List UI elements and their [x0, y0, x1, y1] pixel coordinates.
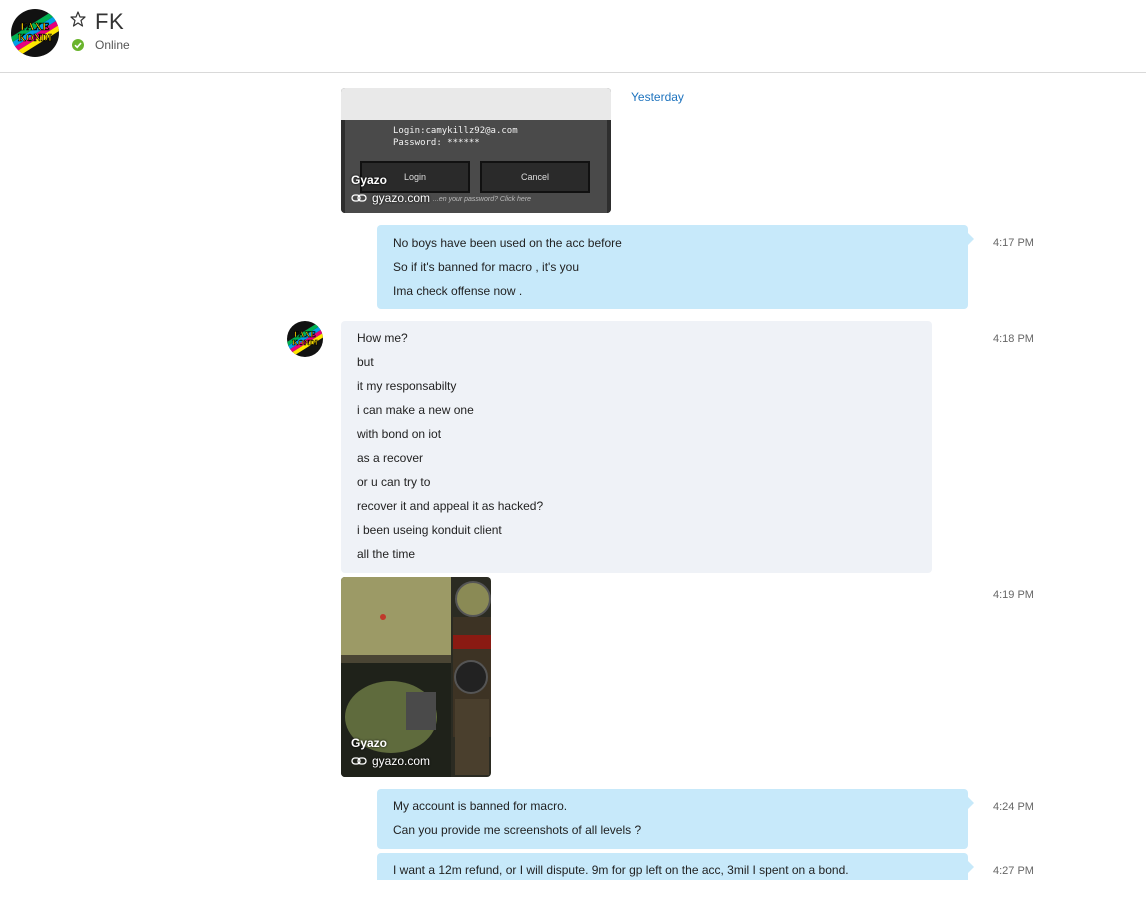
- message-bubble-outgoing[interactable]: My account is banned for macro. Can you …: [377, 789, 974, 849]
- message-line: as a recover: [357, 451, 424, 465]
- message-list[interactable]: Login:camykillz92@a.com Password: ******…: [0, 73, 1146, 880]
- message-line: but: [357, 355, 374, 369]
- gyazo-link[interactable]: gyazo.com: [351, 754, 430, 768]
- gyazo-link-text: gyazo.com: [372, 754, 431, 768]
- gyazo-link[interactable]: gyazo.com: [351, 191, 430, 205]
- password-field-text: Password: ******: [393, 138, 480, 148]
- conversation-header: FAXE KONDI FK Online: [0, 0, 1146, 73]
- avatar-text-bottom: KONDI: [292, 338, 318, 347]
- message-line: recover it and appeal it as hacked?: [357, 499, 544, 513]
- login-field-text: Login:camykillz92@a.com: [393, 126, 518, 136]
- message-timestamp: 4:19 PM: [993, 589, 1034, 601]
- image-card-login-screenshot[interactable]: Login:camykillz92@a.com Password: ******…: [341, 88, 611, 213]
- message-line: I want a 12m refund, or I will dispute. …: [393, 863, 849, 877]
- gyazo-brand-label: Gyazo: [351, 736, 388, 750]
- message-bubble-outgoing[interactable]: No boys have been used on the acc before…: [377, 225, 974, 309]
- gyazo-brand-label: Gyazo: [351, 173, 388, 187]
- presence-status: Online: [95, 38, 130, 52]
- message-bubble-outgoing[interactable]: I want a 12m refund, or I will dispute. …: [377, 853, 974, 880]
- link-icon: [351, 757, 367, 765]
- avatar-text-top: FAXE: [20, 21, 49, 33]
- date-separator: Yesterday: [631, 90, 684, 104]
- message-timestamp: 4:17 PM: [993, 237, 1034, 249]
- message-line: it my responsabilty: [357, 379, 457, 393]
- sender-avatar[interactable]: FAXE KONDI: [287, 321, 323, 357]
- game-cancel-button-label: Cancel: [520, 172, 549, 182]
- gyazo-link-text: gyazo.com: [372, 191, 431, 205]
- message-line: Ima check offense now .: [393, 284, 523, 298]
- forgot-password-text: ...en your password? Click here: [433, 196, 532, 203]
- message-line: My account is banned for macro.: [393, 799, 568, 813]
- message-line: So if it's banned for macro , it's you: [393, 260, 579, 274]
- message-timestamp: 4:27 PM: [993, 865, 1034, 877]
- message-line: No boys have been used on the acc before: [393, 236, 622, 250]
- message-bubble-incoming[interactable]: How me? but it my responsabilty i can ma…: [341, 321, 932, 573]
- message-line: or u can try to: [357, 475, 431, 489]
- contact-name: FK: [95, 9, 125, 34]
- image-card-game-screenshot[interactable]: Gyazo gyazo.com: [341, 577, 491, 777]
- link-icon: [351, 194, 367, 202]
- contact-avatar[interactable]: FAXE KONDI: [11, 9, 59, 57]
- message-line: all the time: [357, 547, 416, 561]
- message-line: Can you provide me screenshots of all le…: [393, 823, 642, 837]
- message-line: How me?: [357, 331, 408, 345]
- online-status-icon: [72, 39, 84, 51]
- message-line: i can make a new one: [357, 403, 474, 417]
- favorite-star-icon[interactable]: [70, 11, 86, 27]
- message-line: with bond on iot: [357, 427, 442, 441]
- message-timestamp: 4:24 PM: [993, 801, 1034, 813]
- message-timestamp: 4:18 PM: [993, 333, 1034, 345]
- avatar-text-bottom: KONDI: [18, 33, 52, 44]
- message-line: i been useing konduit client: [357, 523, 502, 537]
